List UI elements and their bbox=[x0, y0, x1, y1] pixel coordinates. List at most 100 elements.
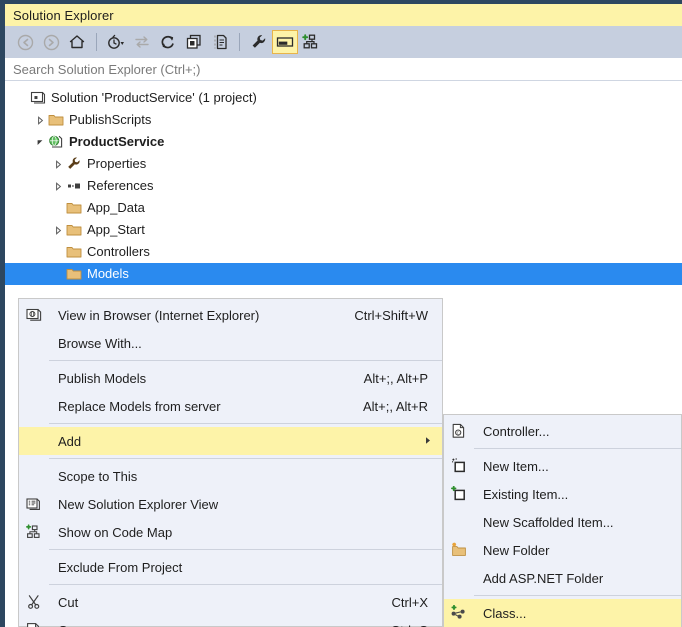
menu-item-view-in-browser-internet-explorer[interactable]: View in Browser (Internet Explorer)Ctrl+… bbox=[19, 301, 442, 329]
existing-item-icon bbox=[444, 486, 474, 502]
menu-item-add-asp-net-folder[interactable]: Add ASP.NET Folder bbox=[444, 564, 681, 592]
menu-item-new-scaffolded-item[interactable]: New Scaffolded Item... bbox=[444, 508, 681, 536]
add-submenu: C Controller... New Item... Existing Item..… bbox=[443, 414, 682, 627]
menu-item-shortcut: Alt+;, Alt+P bbox=[364, 371, 442, 386]
properties-wrench-icon bbox=[65, 153, 83, 175]
tree-item-models[interactable]: Models bbox=[5, 263, 682, 285]
menu-item-class[interactable]: Class... bbox=[444, 599, 681, 627]
tree-item-publishscripts[interactable]: PublishScripts bbox=[5, 109, 682, 131]
new-solution-explorer-view-icon bbox=[19, 496, 49, 512]
back-icon[interactable] bbox=[12, 30, 38, 54]
menu-separator bbox=[474, 595, 681, 596]
menu-item-label: Class... bbox=[474, 606, 681, 621]
collapse-all-icon[interactable] bbox=[181, 30, 207, 54]
tree-spacer bbox=[51, 263, 65, 285]
solution-icon: ■ bbox=[29, 87, 47, 109]
menu-item-controller[interactable]: C Controller... bbox=[444, 417, 681, 445]
folder-icon bbox=[65, 219, 83, 241]
forward-icon[interactable] bbox=[38, 30, 64, 54]
home-icon[interactable] bbox=[64, 30, 90, 54]
tree-item-label: PublishScripts bbox=[69, 109, 151, 131]
tree-item-controllers[interactable]: Controllers bbox=[5, 241, 682, 263]
tree-item-label: App_Data bbox=[87, 197, 145, 219]
show-on-code-map-icon bbox=[19, 524, 49, 540]
tree-item-label: Solution 'ProductService' (1 project) bbox=[51, 87, 257, 109]
tree-item-properties[interactable]: Properties bbox=[5, 153, 682, 175]
menu-item-label: New Folder bbox=[474, 543, 681, 558]
menu-item-browse-with[interactable]: Browse With... bbox=[19, 329, 442, 357]
chevron-right-icon[interactable] bbox=[51, 153, 65, 175]
menu-item-exclude-from-project[interactable]: Exclude From Project bbox=[19, 553, 442, 581]
menu-separator bbox=[49, 423, 442, 424]
class-icon bbox=[444, 605, 474, 621]
tree-item-references[interactable]: References bbox=[5, 175, 682, 197]
menu-item-shortcut: Ctrl+Shift+W bbox=[354, 308, 442, 323]
tree-item-label: Models bbox=[87, 263, 129, 285]
folder-icon bbox=[47, 109, 65, 131]
context-menu: View in Browser (Internet Explorer)Ctrl+… bbox=[18, 298, 443, 627]
menu-item-label: Show on Code Map bbox=[49, 525, 442, 540]
tree-item-solution-productservice-1-project[interactable]: ■ Solution 'ProductService' (1 project) bbox=[5, 87, 682, 109]
tree-item-label: Properties bbox=[87, 153, 146, 175]
toolbar-separator-2 bbox=[239, 33, 240, 51]
show-all-files-icon[interactable] bbox=[207, 30, 233, 54]
chevron-down-icon[interactable] bbox=[33, 131, 47, 153]
menu-item-label: Publish Models bbox=[49, 371, 364, 386]
menu-separator bbox=[49, 584, 442, 585]
chevron-right-icon[interactable] bbox=[33, 109, 47, 131]
menu-item-replace-models-from-server[interactable]: Replace Models from serverAlt+;, Alt+R bbox=[19, 392, 442, 420]
menu-item-new-solution-explorer-view[interactable]: New Solution Explorer View bbox=[19, 490, 442, 518]
menu-item-label: Controller... bbox=[474, 424, 681, 439]
menu-item-copy[interactable]: CopyCtrl+C bbox=[19, 616, 442, 627]
new-folder-icon bbox=[444, 542, 474, 558]
svg-text:■: ■ bbox=[34, 95, 38, 102]
cut-scissors-icon bbox=[19, 594, 49, 610]
menu-item-new-folder[interactable]: New Folder bbox=[444, 536, 681, 564]
tree-item-label: References bbox=[87, 175, 153, 197]
tree-item-app-start[interactable]: App_Start bbox=[5, 219, 682, 241]
menu-separator bbox=[49, 549, 442, 550]
menu-item-label: Add bbox=[49, 434, 424, 449]
menu-item-cut[interactable]: CutCtrl+X bbox=[19, 588, 442, 616]
sync-icon[interactable] bbox=[129, 30, 155, 54]
toolbar-separator bbox=[96, 33, 97, 51]
properties-icon[interactable] bbox=[246, 30, 272, 54]
folder-icon bbox=[65, 241, 83, 263]
menu-item-label: Scope to This bbox=[49, 469, 442, 484]
refresh-icon[interactable] bbox=[155, 30, 181, 54]
solution-explorer-window: Solution Explorer bbox=[0, 0, 682, 627]
menu-item-scope-to-this[interactable]: Scope to This bbox=[19, 462, 442, 490]
menu-separator bbox=[49, 458, 442, 459]
folder-icon bbox=[65, 263, 83, 285]
menu-item-add[interactable]: Add bbox=[19, 427, 442, 455]
menu-item-show-on-code-map[interactable]: Show on Code Map bbox=[19, 518, 442, 546]
web-project-icon bbox=[47, 131, 65, 153]
copy-icon bbox=[19, 622, 49, 627]
show-on-code-map-icon[interactable] bbox=[298, 30, 324, 54]
tool-window-titlebar: Solution Explorer bbox=[5, 4, 682, 26]
menu-item-shortcut: Ctrl+C bbox=[391, 623, 442, 627]
tree-item-productservice[interactable]: ProductService bbox=[5, 131, 682, 153]
menu-item-label: New Item... bbox=[474, 459, 681, 474]
search-box[interactable]: Search Solution Explorer (Ctrl+;) bbox=[5, 58, 682, 81]
tree-spacer bbox=[51, 197, 65, 219]
new-item-icon bbox=[444, 458, 474, 474]
tree-spacer bbox=[51, 241, 65, 263]
tree-item-label: ProductService bbox=[69, 131, 164, 153]
view-in-browser-icon bbox=[19, 307, 49, 323]
menu-item-new-item[interactable]: New Item... bbox=[444, 452, 681, 480]
chevron-right-icon[interactable] bbox=[51, 219, 65, 241]
search-input[interactable]: Search Solution Explorer (Ctrl+;) bbox=[13, 62, 201, 77]
chevron-right-icon[interactable] bbox=[51, 175, 65, 197]
svg-text:C: C bbox=[457, 430, 460, 435]
menu-item-label: Add ASP.NET Folder bbox=[474, 571, 681, 586]
menu-item-publish-models[interactable]: Publish ModelsAlt+;, Alt+P bbox=[19, 364, 442, 392]
menu-item-label: Replace Models from server bbox=[49, 399, 363, 414]
menu-item-label: Existing Item... bbox=[474, 487, 681, 502]
tree-item-label: Controllers bbox=[87, 241, 150, 263]
preview-selected-items-icon[interactable] bbox=[272, 30, 298, 54]
menu-item-existing-item[interactable]: Existing Item... bbox=[444, 480, 681, 508]
tree-item-app-data[interactable]: App_Data bbox=[5, 197, 682, 219]
pending-changes-icon[interactable] bbox=[103, 30, 129, 54]
tree-item-label: App_Start bbox=[87, 219, 145, 241]
